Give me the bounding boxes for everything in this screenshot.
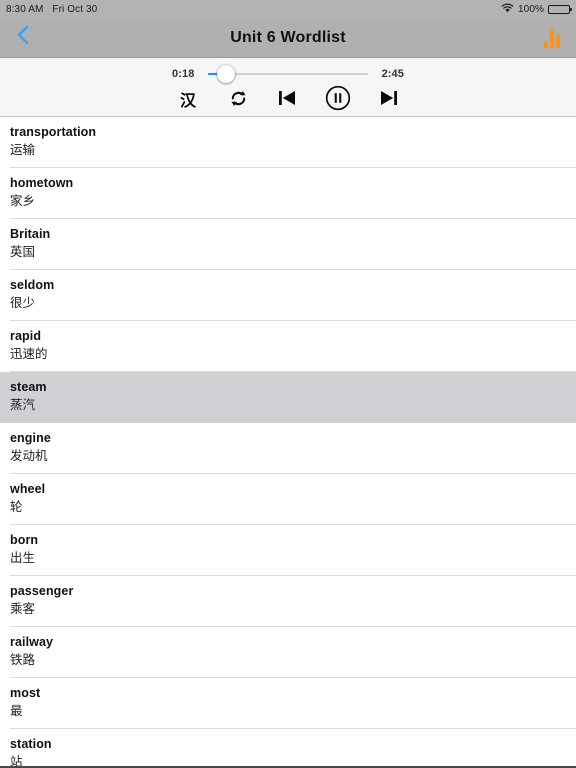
word-term: hometown bbox=[10, 176, 74, 190]
repeat-button[interactable] bbox=[224, 88, 252, 114]
repeat-icon bbox=[229, 89, 248, 113]
playback-slider[interactable] bbox=[208, 64, 368, 83]
word-translation: 蒸汽 bbox=[10, 397, 36, 412]
battery-full-icon bbox=[548, 4, 572, 14]
status-bar-right: 100% bbox=[501, 3, 572, 16]
word-term: steam bbox=[10, 380, 47, 394]
wordlist-row[interactable]: railway 铁路 bbox=[0, 627, 576, 678]
word-term: rapid bbox=[10, 329, 42, 343]
seek-row: 0:18 2:45 bbox=[172, 61, 404, 87]
word-term: passenger bbox=[10, 584, 74, 598]
wordlist-row[interactable]: seldom 很少 bbox=[0, 270, 576, 321]
word-translation: 很少 bbox=[10, 295, 36, 310]
word-term: transportation bbox=[10, 125, 97, 139]
word-translation: 英国 bbox=[10, 244, 36, 259]
status-bar: 8:30 AM Fri Oct 30 100% bbox=[0, 0, 576, 18]
duration-label: 2:45 bbox=[381, 67, 404, 80]
previous-icon bbox=[277, 88, 299, 113]
app-screen: 8:30 AM Fri Oct 30 100% Unit 6 Wordlist … bbox=[0, 0, 576, 768]
navigation-bar: Unit 6 Wordlist bbox=[0, 18, 576, 58]
wordlist-row[interactable]: passenger 乘客 bbox=[0, 576, 576, 627]
word-term: railway bbox=[10, 635, 54, 649]
page-title: Unit 6 Wordlist bbox=[230, 28, 346, 46]
status-bar-left: 8:30 AM Fri Oct 30 bbox=[6, 4, 97, 15]
word-term: Britain bbox=[10, 227, 51, 241]
pause-button[interactable] bbox=[324, 85, 352, 116]
wordlist[interactable]: transportation 运输 hometown 家乡 Britain 英国 seldo… bbox=[0, 117, 576, 768]
back-button[interactable] bbox=[0, 18, 46, 58]
pause-circle-icon bbox=[325, 85, 351, 116]
wordlist-row[interactable]: transportation 运输 bbox=[0, 117, 576, 168]
next-icon bbox=[377, 88, 399, 113]
bar-chart-icon bbox=[544, 28, 560, 48]
battery-percent-label: 100% bbox=[518, 3, 544, 15]
wordlist-row[interactable]: Britain 英国 bbox=[0, 219, 576, 270]
next-track-button[interactable] bbox=[374, 88, 402, 114]
wordlist-row[interactable]: wheel 轮 bbox=[0, 474, 576, 525]
playback-controls: 汉 bbox=[174, 85, 402, 116]
word-translation: 发动机 bbox=[10, 448, 48, 463]
wordlist-row[interactable]: engine 发动机 bbox=[0, 423, 576, 474]
word-term: station bbox=[10, 737, 52, 751]
word-translation: 轮 bbox=[10, 499, 23, 514]
word-term: born bbox=[10, 533, 39, 547]
previous-track-button[interactable] bbox=[274, 88, 302, 114]
chevron-left-icon bbox=[16, 24, 30, 51]
language-toggle-button[interactable]: 汉 bbox=[174, 88, 202, 114]
word-term: wheel bbox=[10, 482, 46, 496]
slider-thumb[interactable] bbox=[216, 64, 235, 83]
word-term: most bbox=[10, 686, 41, 700]
word-translation: 铁路 bbox=[10, 652, 36, 667]
wordlist-row[interactable]: hometown 家乡 bbox=[0, 168, 576, 219]
wordlist-row[interactable]: born 出生 bbox=[0, 525, 576, 576]
elapsed-time-label: 0:18 bbox=[172, 67, 195, 80]
word-translation: 运输 bbox=[10, 142, 36, 157]
wifi-icon bbox=[501, 3, 514, 16]
word-translation: 家乡 bbox=[10, 193, 36, 208]
wordlist-row[interactable]: rapid 迅速的 bbox=[0, 321, 576, 372]
word-translation: 出生 bbox=[10, 550, 36, 565]
audio-player: 0:18 2:45 汉 bbox=[0, 58, 576, 117]
word-translation: 迅速的 bbox=[10, 346, 48, 361]
word-translation: 乘客 bbox=[10, 601, 36, 616]
word-term: seldom bbox=[10, 278, 55, 292]
word-term: engine bbox=[10, 431, 51, 445]
statistics-button[interactable] bbox=[528, 18, 576, 58]
word-translation: 最 bbox=[10, 703, 23, 718]
status-time: 8:30 AM bbox=[6, 3, 44, 15]
wordlist-row[interactable]: most 最 bbox=[0, 678, 576, 729]
status-date: Fri Oct 30 bbox=[52, 3, 98, 15]
wordlist-row[interactable]: steam 蒸汽 bbox=[0, 372, 576, 423]
wordlist-row[interactable]: station 站 bbox=[0, 729, 576, 768]
